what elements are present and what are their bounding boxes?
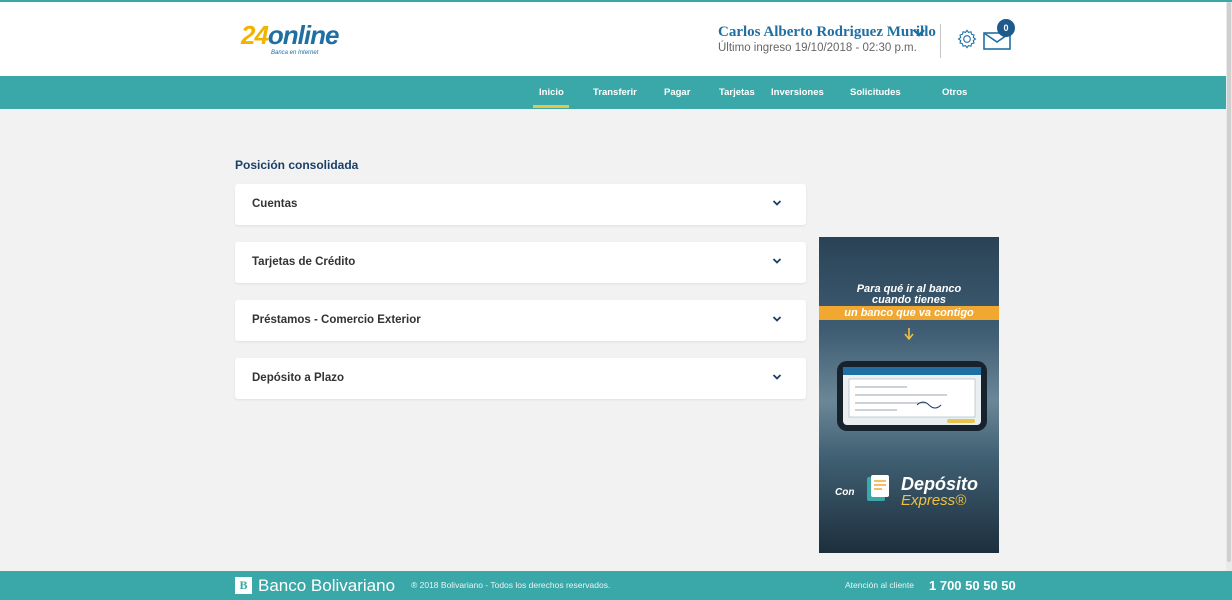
nav-item-transferir[interactable]: Transferir [593, 76, 637, 109]
nav-item-otros[interactable]: Otros [942, 76, 967, 109]
ad-product-name: Depósito [901, 474, 979, 494]
accordion-label: Depósito a Plazo [252, 372, 345, 384]
nav-item-pagar[interactable]: Pagar [664, 76, 690, 109]
footer: B Banco Bolivariano ® 2018 Bolivariano -… [0, 571, 1232, 600]
arrow-down-icon [904, 328, 914, 341]
footer-brand: Banco Bolivariano [258, 576, 396, 595]
accordion-label: Tarjetas de Crédito [252, 256, 356, 268]
bank-logo-icon: B [235, 577, 252, 594]
user-info[interactable]: Carlos Alberto Rodriguez Murillo Último … [718, 24, 936, 54]
ad-highlight: un banco que va contigo [819, 306, 999, 320]
nav-item-solicitudes[interactable]: Solicitudes [850, 76, 901, 109]
accordion-deposito-plazo[interactable]: Depósito a Plazo [235, 358, 806, 399]
ad-headline: Para qué ir al banco cuando tienes [856, 283, 962, 306]
accordion-tarjetas-credito[interactable]: Tarjetas de Crédito [235, 242, 806, 283]
accordion-label: Cuentas [252, 198, 298, 210]
logo-subtitle: Banca en Internet [271, 50, 319, 56]
chevron-down-icon [772, 374, 782, 380]
accordion-prestamos[interactable]: Préstamos - Comercio Exterior [235, 300, 806, 341]
chevron-down-icon [772, 316, 782, 322]
deposit-express-icon [867, 475, 889, 501]
user-menu-chevron-icon[interactable] [910, 26, 928, 40]
main-nav: Inicio Transferir Pagar Tarjetas Inversi… [0, 76, 1232, 109]
page-title: Posición consolidada [235, 158, 359, 172]
last-login-text: Último ingreso 19/10/2018 - 02:30 p.m. [718, 42, 917, 54]
accordion-cuentas[interactable]: Cuentas [235, 184, 806, 225]
accordion-label: Préstamos - Comercio Exterior [252, 314, 421, 326]
messages-badge[interactable]: 0 [997, 19, 1015, 37]
ad-con-text: Con [835, 487, 855, 498]
phone-cheque-illustration [837, 361, 987, 431]
chevron-down-icon [772, 258, 782, 264]
top-header: 24online Banca en Internet Carlos Albert… [0, 2, 1232, 76]
nav-item-inversiones[interactable]: Inversiones [771, 76, 824, 109]
logo-mark: 24online [241, 20, 339, 50]
nav-item-tarjetas[interactable]: Tarjetas [719, 76, 755, 109]
active-nav-underline [533, 105, 569, 108]
deposito-express-ad-banner[interactable]: Para qué ir al banco cuando tienes un ban… [819, 237, 999, 553]
user-name: Carlos Alberto Rodriguez Murillo [718, 24, 936, 40]
customer-service-label: Atención al cliente [845, 580, 914, 590]
footer-copyright: ® 2018 Bolivariano - Todos los derechos … [411, 580, 611, 590]
24online-logo[interactable]: 24online Banca en Internet [241, 20, 351, 60]
ad-product-subtitle: Express® [901, 492, 967, 509]
chevron-down-icon [772, 200, 782, 206]
gear-icon[interactable] [956, 28, 978, 50]
scrollbar-thumb[interactable] [1227, 2, 1231, 562]
customer-service-phone[interactable]: 1 700 50 50 50 [929, 571, 1016, 600]
header-divider [940, 24, 941, 58]
